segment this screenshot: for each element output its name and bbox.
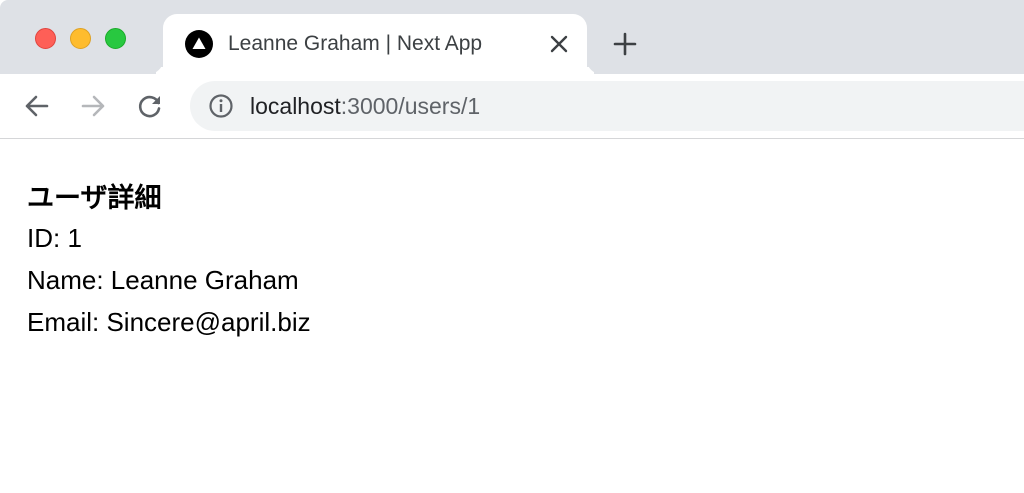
page-title: ユーザ詳細 — [27, 183, 162, 214]
tab-strip: Leanne Graham | Next App — [0, 0, 1024, 74]
arrow-right-icon[interactable] — [78, 91, 108, 121]
info-icon[interactable] — [208, 93, 234, 119]
tab-title: Leanne Graham | Next App — [228, 32, 483, 55]
user-name-line: Name: Leanne Graham — [27, 265, 299, 295]
url-text[interactable]: localhost:3000/users/1 — [250, 93, 480, 120]
close-window-button[interactable] — [35, 28, 56, 49]
maximize-window-button[interactable] — [105, 28, 126, 49]
close-icon[interactable] — [547, 32, 571, 56]
arrow-left-icon[interactable] — [22, 91, 52, 121]
browser-window: Leanne Graham | Next App localhost:3000/… — [0, 0, 1024, 493]
page-content: ユーザ詳細 ID: 1 Name: Leanne Graham Email: S… — [0, 139, 1024, 493]
url-path: :3000/users/1 — [340, 93, 481, 119]
user-id-line: ID: 1 — [27, 223, 82, 253]
plus-icon[interactable] — [612, 31, 638, 57]
nextjs-triangle-icon — [185, 30, 213, 58]
address-bar[interactable]: localhost:3000/users/1 — [190, 81, 1024, 131]
reload-icon[interactable] — [135, 91, 165, 121]
user-email-line: Email: Sincere@april.biz — [27, 307, 311, 337]
browser-toolbar: localhost:3000/users/1 — [0, 74, 1024, 139]
browser-tab[interactable]: Leanne Graham | Next App — [163, 14, 587, 74]
minimize-window-button[interactable] — [70, 28, 91, 49]
url-host: localhost — [250, 93, 341, 119]
